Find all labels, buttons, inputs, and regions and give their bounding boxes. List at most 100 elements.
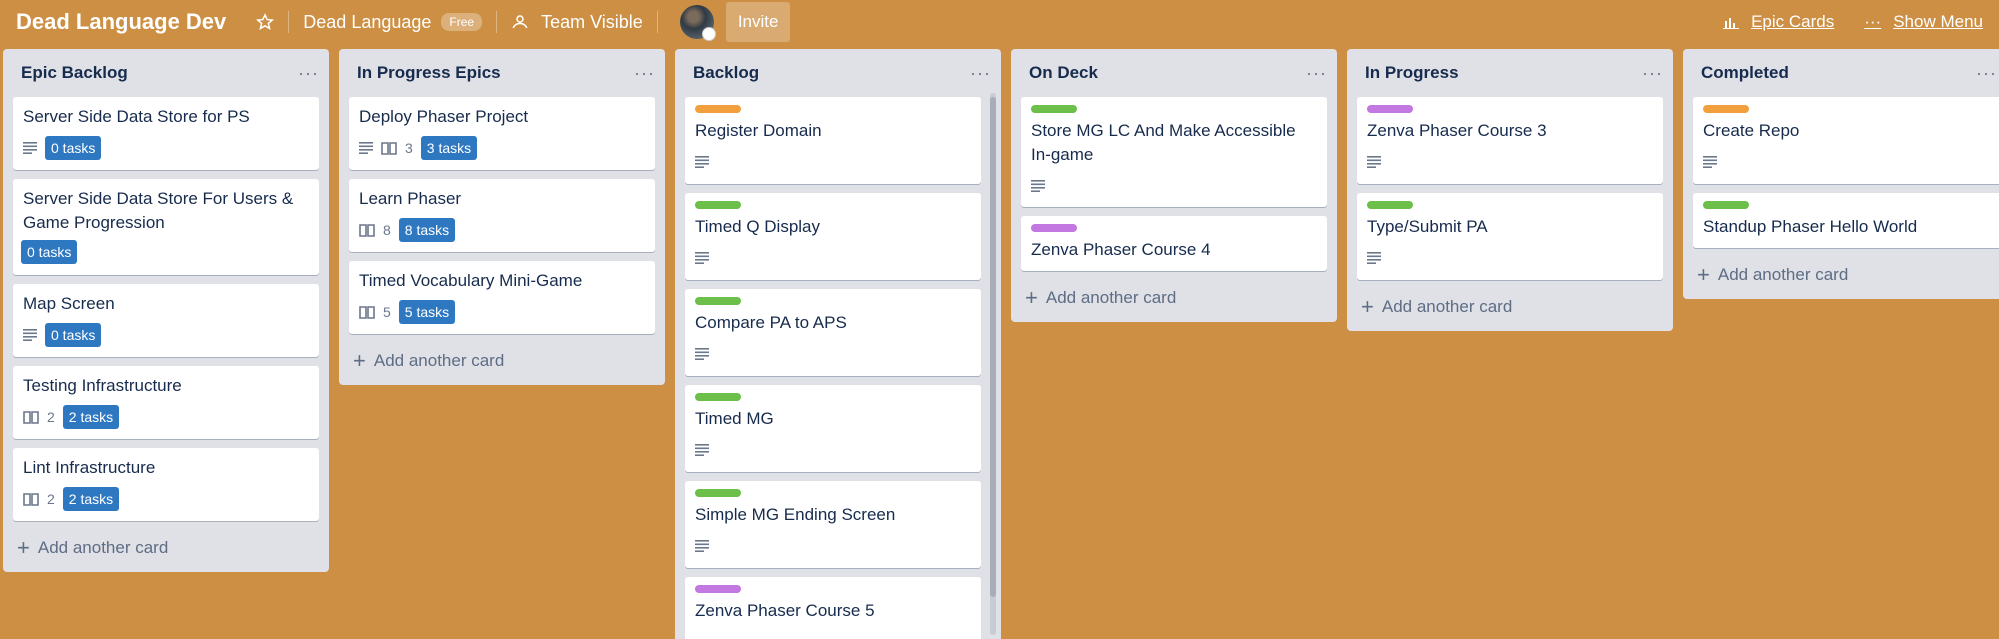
list-header[interactable]: In Progress ··· [1347, 49, 1673, 97]
header-divider [656, 11, 658, 33]
card-label-purple [695, 585, 741, 593]
card[interactable]: Learn Phaser 8 8 tasks [349, 179, 655, 252]
add-card-button[interactable]: + Add another card [1347, 289, 1673, 331]
checklist-icon [381, 141, 397, 155]
list-title[interactable]: In Progress [1365, 63, 1459, 83]
plus-icon: + [1697, 262, 1710, 287]
card[interactable]: Type/Submit PA [1357, 193, 1663, 280]
list-header[interactable]: Epic Backlog ··· [3, 49, 329, 97]
card-title: Compare PA to APS [695, 313, 847, 332]
card[interactable]: Timed Vocabulary Mini-Game 5 5 tasks [349, 261, 655, 334]
card-title: Learn Phaser [359, 189, 462, 208]
add-card-button[interactable]: + Add another card [339, 343, 665, 385]
tasks-badge: 0 tasks [21, 240, 78, 264]
header-right: Epic Cards ··· Show Menu [1723, 0, 1983, 44]
card[interactable]: Register Domain [685, 97, 981, 184]
list-in-progress: In Progress ··· Zenva Phaser Course 3 Ty… [1347, 49, 1673, 331]
card[interactable]: Lint Infrastructure 2 2 tasks [13, 448, 319, 521]
list-title[interactable]: Completed [1701, 63, 1789, 83]
card-label-green [695, 489, 741, 497]
tasks-badge: 2 tasks [62, 405, 120, 429]
checklist-count: 8 [383, 222, 391, 238]
card[interactable]: Map Screen 0 tasks [13, 284, 319, 357]
card-title: Timed Q Display [695, 217, 821, 236]
description-icon [1031, 180, 1045, 192]
card-title: Store MG LC And Make Accessible In-game [1031, 121, 1296, 164]
card-label-green [695, 297, 741, 305]
visibility-button[interactable]: Team Visible [511, 12, 643, 33]
card-title: Standup Phaser Hello World [1703, 217, 1918, 236]
list-menu-icon[interactable]: ··· [1976, 63, 1997, 84]
description-icon [695, 444, 709, 456]
checklist-icon [23, 410, 39, 424]
tasks-badge: 5 tasks [398, 300, 456, 324]
board-title[interactable]: Dead Language Dev [16, 9, 226, 35]
card-label-green [1367, 201, 1413, 209]
show-menu-button[interactable]: ··· Show Menu [1864, 12, 1983, 32]
card[interactable]: Zenva Phaser Course 4 [1021, 216, 1327, 271]
add-card-label: Add another card [1045, 288, 1177, 307]
add-card-label: Add another card [37, 538, 169, 557]
epic-cards-label: Epic Cards [1751, 12, 1835, 31]
list-title[interactable]: Epic Backlog [21, 63, 128, 83]
add-card-label: Add another card [373, 351, 505, 370]
card-label-green [1031, 105, 1077, 113]
description-icon [1367, 156, 1381, 168]
card-title: Server Side Data Store For Users & Game … [23, 189, 294, 232]
card[interactable]: Testing Infrastructure 2 2 tasks [13, 366, 319, 439]
card-title: Timed MG [695, 409, 774, 428]
card[interactable]: Deploy Phaser Project 3 3 tasks [349, 97, 655, 170]
plus-icon: + [17, 535, 30, 560]
card[interactable]: Zenva Phaser Course 3 [1357, 97, 1663, 184]
add-card-button[interactable]: + Add another card [1683, 257, 1999, 299]
card-title: Map Screen [23, 294, 115, 313]
checklist-icon [359, 223, 375, 237]
free-badge: Free [441, 13, 483, 31]
invite-button[interactable]: Invite [725, 2, 791, 42]
card[interactable]: Zenva Phaser Course 5 [685, 577, 981, 639]
list-title[interactable]: On Deck [1029, 63, 1098, 83]
list-header[interactable]: Completed ··· [1683, 49, 1999, 97]
list-menu-icon[interactable]: ··· [1306, 63, 1327, 84]
add-card-button[interactable]: + Add another card [1011, 280, 1337, 322]
list-epic-backlog: Epic Backlog ··· Server Side Data Store … [3, 49, 329, 572]
card[interactable]: Timed MG [685, 385, 981, 472]
description-icon [695, 348, 709, 360]
list-title[interactable]: In Progress Epics [357, 63, 501, 83]
tasks-badge: 2 tasks [62, 487, 120, 511]
scrollbar-thumb[interactable] [990, 97, 996, 597]
list-header[interactable]: On Deck ··· [1011, 49, 1337, 97]
list-menu-icon[interactable]: ··· [970, 63, 991, 84]
card-title: Testing Infrastructure [23, 376, 182, 395]
card-label-purple [1367, 105, 1413, 113]
card[interactable]: Server Side Data Store For Users & Game … [13, 179, 319, 275]
list-header[interactable]: Backlog ··· [675, 49, 1001, 97]
list-title[interactable]: Backlog [693, 63, 759, 83]
card[interactable]: Compare PA to APS [685, 289, 981, 376]
member-avatar[interactable] [679, 5, 716, 41]
description-icon [1367, 252, 1381, 264]
card[interactable]: Timed Q Display [685, 193, 981, 280]
team-name-button[interactable]: Dead Language [303, 12, 431, 33]
epic-cards-button[interactable]: Epic Cards [1723, 12, 1834, 32]
plus-icon: + [353, 348, 366, 373]
card[interactable]: Standup Phaser Hello World [1693, 193, 1999, 248]
card-label-orange [1703, 105, 1749, 113]
card-title: Register Domain [695, 121, 822, 140]
show-menu-label: Show Menu [1893, 12, 1983, 31]
star-icon[interactable] [256, 13, 275, 31]
card-title: Create Repo [1703, 121, 1800, 140]
card[interactable]: Store MG LC And Make Accessible In-game [1021, 97, 1327, 207]
card-label-green [1703, 201, 1749, 209]
more-icon: ··· [1864, 12, 1882, 31]
list-menu-icon[interactable]: ··· [634, 63, 655, 84]
list-header[interactable]: In Progress Epics ··· [339, 49, 665, 97]
board-header: Dead Language Dev Dead Language Free Tea… [0, 0, 1999, 44]
card[interactable]: Simple MG Ending Screen [685, 481, 981, 568]
card[interactable]: Create Repo [1693, 97, 1999, 184]
card[interactable]: Server Side Data Store for PS 0 tasks [13, 97, 319, 170]
list-menu-icon[interactable]: ··· [298, 63, 319, 84]
list-menu-icon[interactable]: ··· [1642, 63, 1663, 84]
description-icon [695, 156, 709, 168]
add-card-button[interactable]: + Add another card [3, 530, 329, 572]
